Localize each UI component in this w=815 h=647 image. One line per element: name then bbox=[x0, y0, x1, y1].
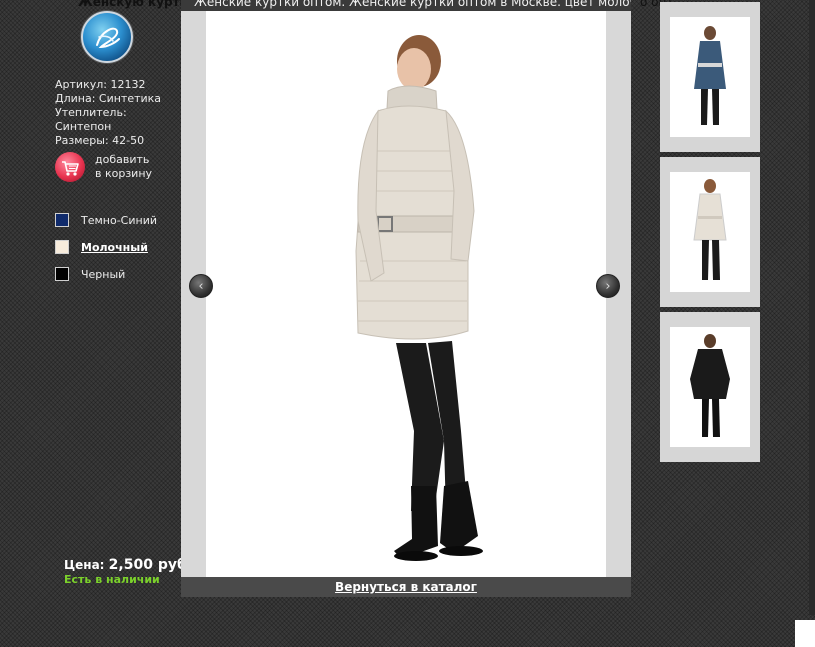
model-figure-image bbox=[355, 35, 483, 561]
thumbnail-black[interactable] bbox=[660, 312, 760, 462]
thumbnail-image bbox=[670, 17, 750, 137]
product-insulation-value: Синтепон bbox=[55, 120, 112, 133]
price: Цена: 2,500 руб. bbox=[64, 557, 192, 573]
cart-icon[interactable] bbox=[55, 152, 85, 182]
product-length: Длина: Синтетика bbox=[55, 92, 162, 105]
stock-status: Есть в наличии bbox=[64, 573, 160, 586]
chevron-right-icon: › bbox=[605, 278, 611, 294]
thumbnail-milk[interactable] bbox=[660, 157, 760, 307]
chevron-left-icon: ‹ bbox=[198, 278, 204, 294]
product-photo bbox=[206, 11, 606, 577]
prev-arrow-button[interactable]: ‹ bbox=[189, 274, 213, 298]
back-to-catalog-link[interactable]: Вернуться в каталог bbox=[335, 580, 477, 594]
color-swatch bbox=[55, 240, 69, 254]
back-bar: Вернуться в каталог bbox=[181, 577, 631, 597]
viewer-title: Женские куртки оптом. Женские куртки опт… bbox=[181, 0, 631, 11]
thumbnail-image bbox=[670, 172, 750, 292]
page-scrollbar[interactable] bbox=[809, 0, 815, 615]
color-label: Темно-Синий bbox=[81, 213, 157, 227]
model-thumbnail-icon bbox=[690, 334, 730, 437]
add-to-cart-link[interactable]: добавить в корзину bbox=[95, 153, 152, 181]
product-sku: Артикул: 12132 bbox=[55, 78, 146, 91]
model-thumbnail-icon bbox=[694, 26, 726, 125]
thumbnail-image bbox=[670, 327, 750, 447]
corner-block bbox=[795, 620, 815, 647]
color-label: Черный bbox=[81, 267, 126, 281]
top-title-left: Женскую куртку bbox=[78, 0, 196, 9]
price-value: 2,500 руб. bbox=[108, 557, 193, 573]
color-option-navy[interactable]: Темно-Синий bbox=[55, 212, 157, 228]
color-option-black[interactable]: Черный bbox=[55, 266, 125, 282]
image-viewer: Женские куртки оптом. Женские куртки опт… bbox=[181, 0, 631, 597]
color-swatch bbox=[55, 213, 69, 227]
next-arrow-button[interactable]: › bbox=[596, 274, 620, 298]
logo-emblem-icon bbox=[96, 27, 120, 49]
add-to-cart-line2: в корзину bbox=[95, 167, 153, 180]
model-thumbnail-icon bbox=[693, 179, 727, 280]
price-label: Цена: bbox=[64, 558, 105, 572]
color-option-milk[interactable]: Молочный bbox=[55, 239, 148, 255]
product-info: Артикул: 12132 Длина: Синтетика Утеплите… bbox=[55, 78, 161, 148]
shopping-cart-icon bbox=[62, 161, 79, 176]
add-to-cart-line1: добавить bbox=[95, 153, 150, 166]
color-label-selected: Молочный bbox=[81, 240, 148, 254]
product-sizes: Размеры: 42-50 bbox=[55, 134, 145, 147]
product-insulation-label: Утеплитель: bbox=[55, 106, 127, 119]
brand-logo[interactable] bbox=[81, 11, 133, 63]
thumbnail-blue[interactable] bbox=[660, 2, 760, 152]
color-swatch bbox=[55, 267, 69, 281]
